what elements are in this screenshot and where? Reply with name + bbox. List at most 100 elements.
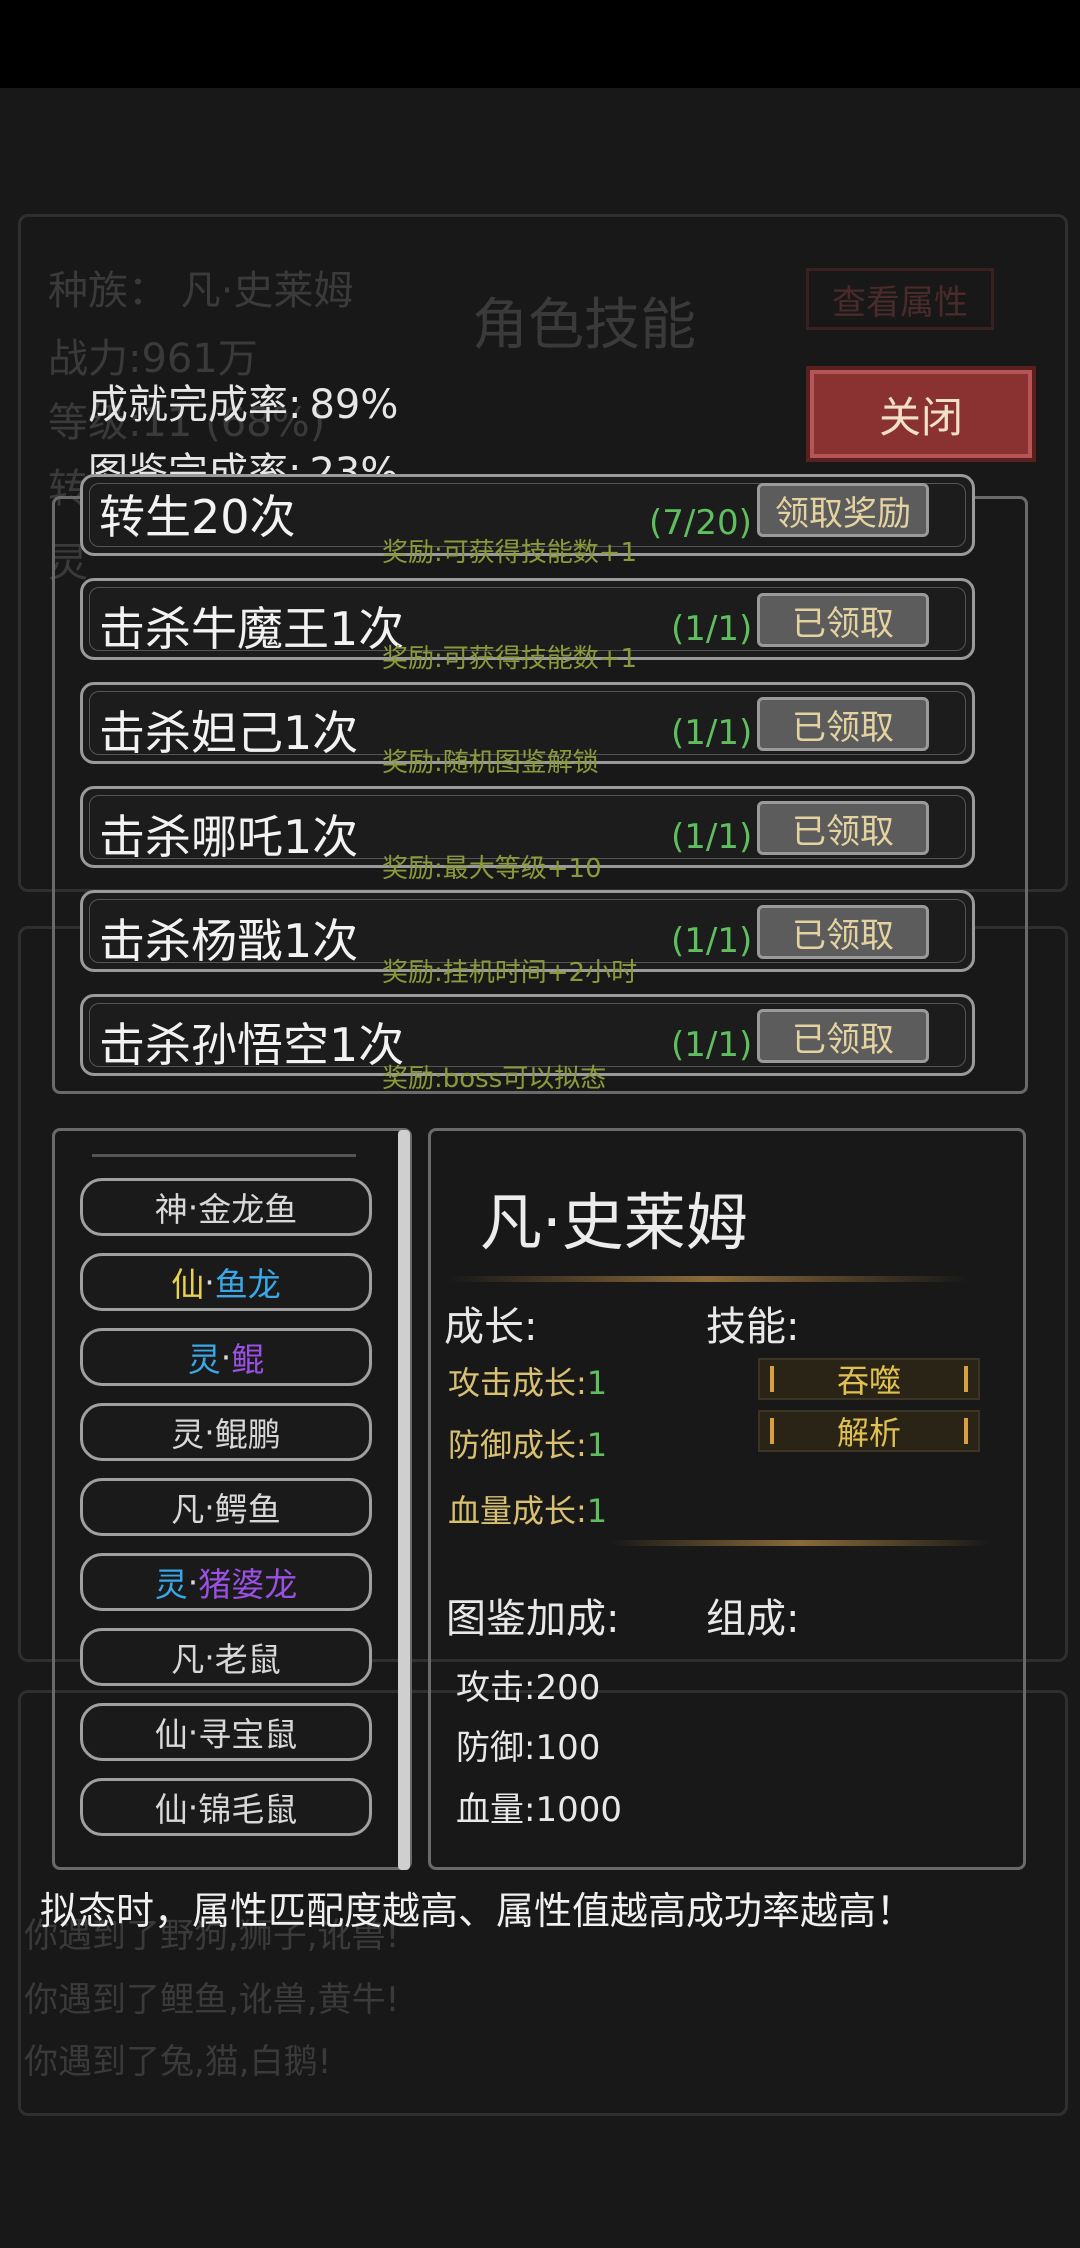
growth-attack-label: 攻击成长 — [448, 1364, 577, 1402]
bonus-hp-value: 1000 — [535, 1790, 622, 1830]
achievement-title: 转生20次 — [99, 490, 296, 544]
item-name: 鲲 — [231, 1340, 265, 1379]
detail-divider — [448, 1276, 968, 1282]
growth-attack: 攻击成长:1 — [448, 1364, 608, 1402]
catalog-list-item[interactable]: 仙 · 鱼龙 — [80, 1253, 372, 1311]
claimed-label: 已领取 — [792, 603, 894, 644]
item-sep: · — [187, 1562, 199, 1602]
achievement-reward: 奖励:可获得技能数+1 — [382, 538, 638, 568]
achievement-progress: (7/20) — [649, 503, 752, 543]
claimed-button[interactable]: 已领取 — [757, 697, 929, 751]
item-name: 金龙鱼 — [198, 1190, 298, 1229]
achievement-title: 击杀妲己1次 — [99, 706, 359, 760]
bg-skills-title: 角色技能 — [472, 293, 696, 358]
claimed-label: 已领取 — [792, 915, 894, 956]
item-name: 寻宝鼠 — [198, 1715, 298, 1754]
catalog-list-item[interactable]: 神 · 金龙鱼 — [80, 1178, 372, 1236]
item-sep: · — [204, 1412, 215, 1452]
bg-view-attr-button: 查看属性 — [806, 268, 994, 330]
item-name: 鲲鹏 — [214, 1415, 281, 1454]
item-name: 鳄鱼 — [214, 1490, 281, 1529]
catalog-bonus-label: 图鉴加成: — [446, 1596, 620, 1642]
bg-race-text: 种族： 凡·史莱姆 — [48, 268, 354, 314]
bg-log-line-3: 你遇到了兔,猫,白鹅! — [24, 2042, 332, 2082]
achievement-title: 击杀牛魔王1次 — [99, 602, 405, 656]
status-bar-area — [0, 0, 1080, 88]
achievement-title: 击杀孙悟空1次 — [99, 1018, 405, 1072]
item-prefix: 神 — [154, 1190, 188, 1229]
claimed-label: 已领取 — [792, 811, 894, 852]
skill-analyze-button[interactable]: 解析 — [758, 1410, 980, 1452]
achievement-progress: (1/1) — [671, 921, 753, 961]
claimed-button[interactable]: 已领取 — [757, 801, 929, 855]
close-button[interactable]: 关闭 — [806, 366, 1036, 462]
item-sep: · — [204, 1262, 215, 1302]
achievement-rate: 成就完成率: 89% — [88, 382, 399, 428]
achievement-progress: (1/1) — [671, 817, 753, 857]
catalog-list-item[interactable]: 灵 · 猪婆龙 — [80, 1553, 372, 1611]
achievement-reward: 奖励:随机图鉴解锁 — [382, 748, 599, 778]
monster-name: 凡·史莱姆 — [480, 1186, 748, 1259]
skill-label: 解析 — [836, 1414, 901, 1452]
item-sep: · — [220, 1337, 232, 1377]
growth-defense: 防御成长:1 — [448, 1426, 608, 1464]
item-prefix: 灵 — [154, 1565, 188, 1604]
catalog-scrollbar[interactable] — [398, 1130, 410, 1870]
item-prefix: 仙 — [154, 1790, 188, 1829]
catalog-list-item[interactable]: 仙 · 锦毛鼠 — [80, 1778, 372, 1836]
item-sep: · — [187, 1787, 199, 1827]
claimed-button[interactable]: 已领取 — [757, 1009, 929, 1063]
item-sep: · — [204, 1487, 215, 1527]
achievement-rate-value: 89% — [309, 382, 399, 428]
skill-label: 吞噬 — [836, 1362, 901, 1400]
item-prefix: 灵 — [187, 1340, 221, 1379]
item-name: 鱼龙 — [214, 1265, 281, 1304]
growth-label: 成长: — [444, 1304, 538, 1350]
growth-hp-label: 血量成长 — [448, 1492, 577, 1530]
growth-defense-label: 防御成长 — [448, 1426, 577, 1464]
bonus-attack-value: 200 — [535, 1668, 601, 1708]
skill-devour-button[interactable]: 吞噬 — [758, 1358, 980, 1400]
growth-hp: 血量成长:1 — [448, 1492, 608, 1530]
achievement-title: 击杀杨戬1次 — [99, 914, 359, 968]
claimed-label: 已领取 — [792, 1019, 894, 1060]
catalog-list-item[interactable]: 灵 · 鲲 — [80, 1328, 372, 1386]
claim-reward-label: 领取奖励 — [775, 493, 911, 534]
achievement-reward: 奖励:最大等级+10 — [382, 854, 602, 884]
catalog-list-item[interactable]: 仙 · 寻宝鼠 — [80, 1703, 372, 1761]
bonus-hp-label: 血量 — [456, 1790, 524, 1830]
achievement-progress: (1/1) — [671, 609, 753, 649]
mimic-tip-text: 拟态时，属性匹配度越高、属性值越高成功率越高！ — [40, 1889, 915, 1933]
catalog-list-item[interactable]: 凡 · 鳄鱼 — [80, 1478, 372, 1536]
catalog-list-item[interactable]: 灵 · 鲲鹏 — [80, 1403, 372, 1461]
item-name: 锦毛鼠 — [198, 1790, 298, 1829]
bonus-hp: 血量:1000 — [456, 1790, 622, 1830]
item-sep: · — [187, 1187, 199, 1227]
bonus-defense-label: 防御 — [456, 1728, 524, 1768]
achievement-progress: (1/1) — [671, 713, 753, 753]
catalog-list-item[interactable]: 凡 · 老鼠 — [80, 1628, 372, 1686]
item-prefix: 仙 — [154, 1715, 188, 1754]
item-prefix: 凡 — [171, 1640, 205, 1679]
achievement-rate-label: 成就完成率 — [88, 382, 288, 428]
achievement-reward: 奖励:boss可以拟态 — [382, 1064, 607, 1094]
achievement-title: 击杀哪吒1次 — [99, 810, 359, 864]
claim-reward-button[interactable]: 领取奖励 — [757, 483, 929, 537]
claimed-button[interactable]: 已领取 — [757, 593, 929, 647]
bg-log-line-2: 你遇到了鲤鱼,讹兽,黄牛! — [24, 1980, 400, 2020]
item-prefix: 凡 — [171, 1490, 205, 1529]
bonus-defense-value: 100 — [535, 1728, 601, 1768]
bonus-defense: 防御:100 — [456, 1728, 601, 1768]
claimed-button[interactable]: 已领取 — [757, 905, 929, 959]
item-sep: · — [204, 1637, 215, 1677]
item-name: 老鼠 — [214, 1640, 281, 1679]
item-prefix: 仙 — [171, 1265, 205, 1304]
bg-view-attr-label: 查看属性 — [832, 282, 968, 323]
close-button-label: 关闭 — [878, 392, 963, 442]
item-name: 猪婆龙 — [198, 1565, 298, 1604]
achievement-reward: 奖励:挂机时间+2小时 — [382, 958, 638, 988]
item-prefix: 灵 — [171, 1415, 205, 1454]
compose-label: 组成: — [706, 1596, 800, 1642]
item-sep: · — [187, 1712, 199, 1752]
claimed-label: 已领取 — [792, 707, 894, 748]
